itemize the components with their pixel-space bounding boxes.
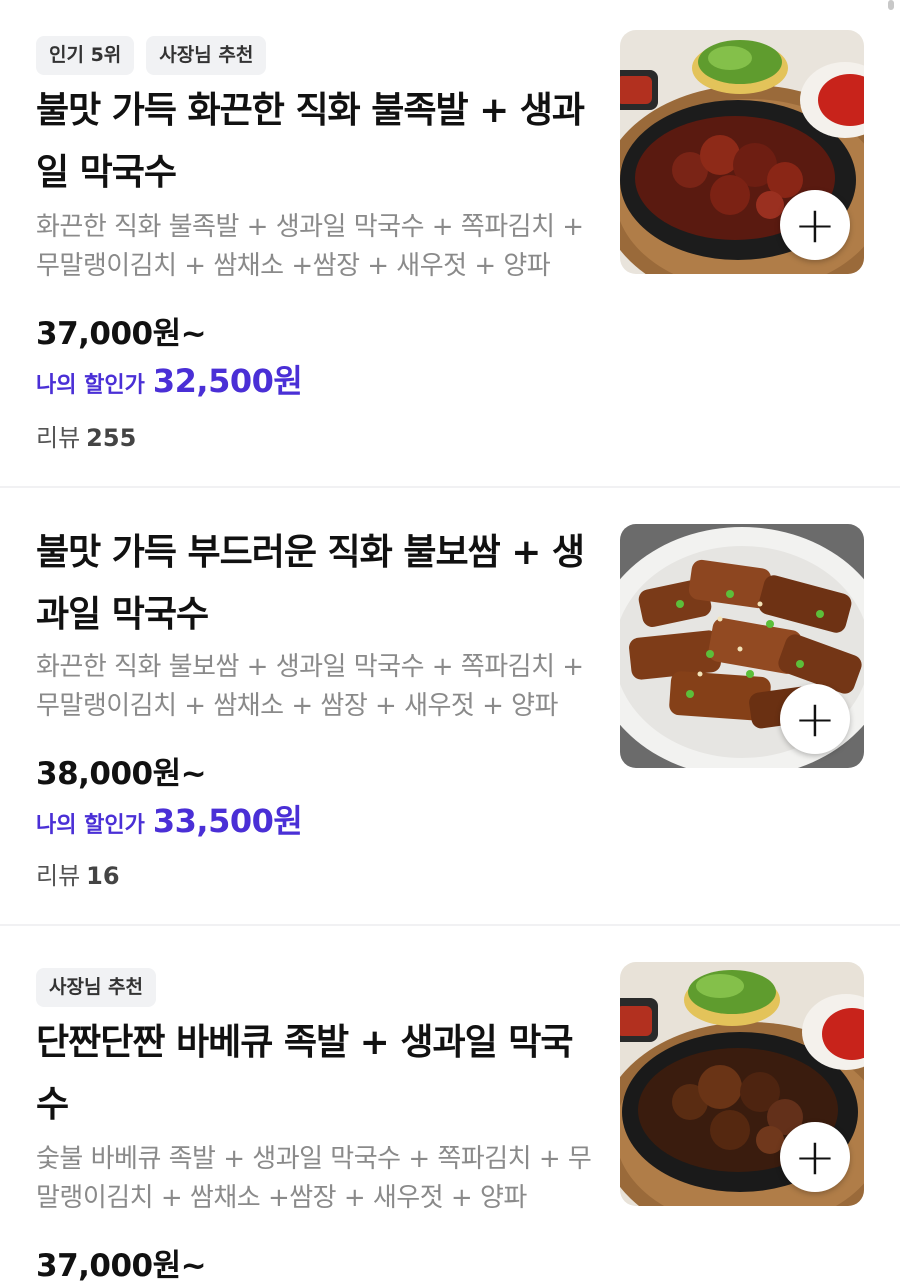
owner-pick-tag: 사장님 추천 [146,36,267,75]
review-label: 리뷰 [36,424,81,452]
spicy-jokbal-photo[interactable]: + [620,30,864,274]
add-to-cart-button[interactable]: + [780,684,850,754]
menu-description: 화끈한 직화 불보쌈 + 생과일 막국수 + 쪽파김치 + 무말랭이김치 + 쌈… [36,652,584,721]
add-to-cart-button[interactable]: + [780,1122,850,1192]
menu-item[interactable]: 인기 5위 사장님 추천 불맛 가득 화끈한 직화 불족발 + 생과일 막국수 … [0,0,900,488]
menu-title: 불맛 가득 화끈한 직화 불족발 + 생과일 막국수 [36,90,585,193]
add-to-cart-button[interactable]: + [780,190,850,260]
plus-icon: + [794,690,836,748]
discount-price: 32,500원 [152,362,303,400]
menu-price: 37,000원~ [36,316,207,352]
discount-price: 33,500원 [152,802,303,840]
discount-price-row: 나의 할인가 33,500원 [36,796,303,842]
menu-price: 38,000원~ [36,756,207,792]
rank-tag: 인기 5위 [36,36,135,75]
review-number: 255 [86,424,137,452]
menu-price: 37,000원~ [36,1248,207,1284]
grilled-bossam-photo[interactable]: + [620,524,864,768]
tag-list: 인기 5위 사장님 추천 [36,36,267,75]
menu-item[interactable]: 불맛 가득 부드러운 직화 불보쌈 + 생과일 막국수 화끈한 직화 불보쌈 +… [0,488,900,926]
review-count: 리뷰 255 [36,418,136,453]
discount-label: 나의 할인가 [36,813,145,838]
review-number: 16 [86,862,120,890]
review-label: 리뷰 [36,862,81,890]
tag-list: 사장님 추천 [36,968,157,1007]
review-count: 리뷰 16 [36,856,120,891]
menu-title: 단짠단짠 바베큐 족발 + 생과일 막국수 [36,1022,574,1125]
bbq-jokbal-photo[interactable]: + [620,962,864,1206]
menu-description: 화끈한 직화 불족발 + 생과일 막국수 + 쪽파김치 + 무말랭이김치 + 쌈… [36,212,584,281]
discount-label: 나의 할인가 [36,373,145,398]
menu-description: 숯불 바베큐 족발 + 생과일 막국수 + 쪽파김치 + 무말랭이김치 + 쌈채… [36,1144,592,1213]
menu-title: 불맛 가득 부드러운 직화 불보쌈 + 생과일 막국수 [36,532,585,635]
owner-pick-tag: 사장님 추천 [36,968,157,1007]
plus-icon: + [794,1128,836,1186]
plus-icon: + [794,196,836,254]
menu-item[interactable]: 사장님 추천 단짠단짠 바베큐 족발 + 생과일 막국수 숯불 바베큐 족발 +… [0,926,900,1284]
discount-price-row: 나의 할인가 32,500원 [36,356,303,402]
